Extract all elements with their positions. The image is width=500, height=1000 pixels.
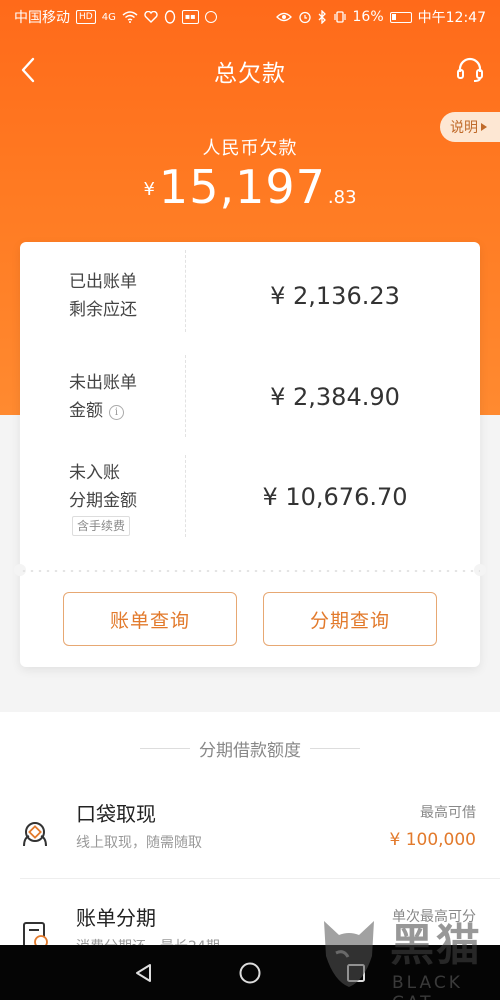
news-app-icon	[204, 11, 217, 23]
row-label-line1: 已出账单	[69, 272, 137, 292]
network-label: 4G	[101, 11, 116, 23]
debt-breakdown-card: 已出账单 剩余应还 ¥ 2,136.23 未出账单 金额 i ¥ 2,384.90…	[14, 242, 486, 667]
nav-bar: 总欠款	[0, 44, 500, 94]
row-label: 已出账单 剩余应还	[69, 268, 137, 324]
row-label-line1: 未入账	[69, 463, 120, 483]
item-title: 口袋取现	[76, 802, 156, 826]
cat-head-icon	[324, 921, 374, 987]
currency-symbol: ¥	[143, 179, 155, 200]
bill-query-button[interactable]: 账单查询	[63, 592, 237, 646]
triangle-back-icon	[136, 964, 151, 982]
headset-icon	[457, 57, 483, 82]
item-limit-value: ¥ 100,000	[389, 830, 476, 850]
item-title: 账单分期	[76, 906, 156, 930]
watermark-subtext: BLACK CAT	[392, 973, 463, 1000]
row-value: ¥ 2,136.23	[270, 282, 400, 310]
divider	[185, 355, 186, 437]
heart-icon	[144, 11, 158, 23]
row-label: 未出账单 金额 i	[69, 369, 137, 425]
hd-badge: HD	[76, 10, 96, 24]
divider	[185, 250, 186, 332]
triangle-right-icon	[481, 123, 487, 131]
perforation-divider	[20, 570, 480, 572]
item-subtitle: 线上取现，随需随取	[76, 835, 202, 851]
status-bar: 中国移动 HD 4G ▪▪ 16% 中午12:47	[0, 0, 500, 34]
total-debt-amount: ¥15,197.83	[0, 160, 500, 214]
alarm-icon	[298, 11, 311, 24]
row-unbilled-amount[interactable]: 未出账单 金额 i ¥ 2,384.90	[20, 347, 480, 445]
divider	[185, 455, 186, 537]
qq-icon	[164, 10, 176, 24]
circle-home-icon	[239, 962, 261, 984]
fee-included-tag: 含手续费	[72, 516, 131, 536]
row-label-line2: 剩余应还	[69, 300, 137, 320]
watermark: 黑猫 BLACK CAT	[310, 905, 500, 1000]
pocket-cash-icon	[23, 822, 47, 847]
section-title: 分期借款额度	[199, 741, 301, 761]
row-label-line2: 分期金额	[69, 491, 137, 511]
row-billed-remaining[interactable]: 已出账单 剩余应还 ¥ 2,136.23	[20, 242, 480, 340]
row-label-line2: 金额	[69, 401, 103, 421]
battery-icon	[389, 11, 412, 23]
page-title: 总欠款	[214, 61, 286, 87]
clock: 中午12:47	[417, 10, 486, 26]
eye-icon	[275, 12, 292, 22]
divider	[20, 878, 500, 879]
row-value: ¥ 2,384.90	[270, 383, 400, 411]
total-debt-label: 人民币欠款	[202, 138, 298, 159]
app-icon: ▪▪	[181, 10, 199, 24]
carrier-label: 中国移动	[14, 10, 70, 26]
vibrate-icon	[333, 11, 346, 23]
nav-home-button[interactable]	[236, 959, 264, 987]
item-note: 最高可借	[420, 805, 476, 821]
amount-decimal: .83	[327, 187, 357, 208]
nav-back-button[interactable]	[130, 959, 158, 987]
customer-service-button[interactable]	[452, 52, 488, 88]
info-icon[interactable]: i	[109, 405, 124, 420]
list-item-pocket-cash[interactable]: 口袋取现 线上取现，随需随取 最高可借 ¥ 100,000	[0, 792, 500, 876]
section-line-right	[310, 748, 360, 749]
row-label-line1: 未出账单	[69, 373, 137, 393]
battery-percent: 16%	[352, 9, 384, 25]
amount-integer: 15,197	[158, 160, 326, 214]
installment-query-button[interactable]: 分期查询	[263, 592, 437, 646]
row-value: ¥ 10,676.70	[262, 483, 408, 511]
row-label: 未入账 分期金额	[69, 459, 137, 515]
watermark-text: 黑猫	[390, 920, 482, 971]
wifi-icon	[122, 11, 138, 23]
bluetooth-icon	[318, 10, 326, 24]
